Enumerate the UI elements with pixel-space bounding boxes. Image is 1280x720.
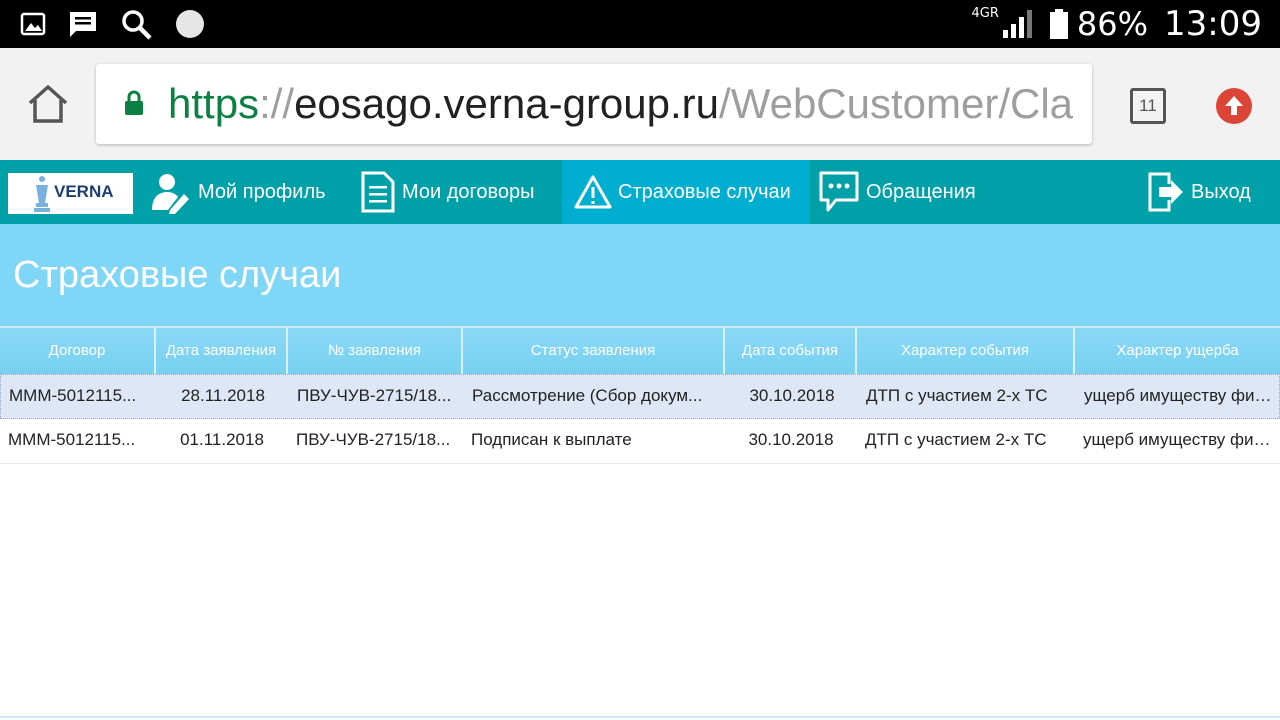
- status-bar: 4GR 86% 13:09: [0, 0, 1280, 48]
- title-band: Страховые случаи: [0, 224, 1280, 326]
- cell-claim-number: ПВУ-ЧУВ-2715/18...: [297, 386, 452, 405]
- cell-claim-date: 01.11.2018: [180, 430, 264, 449]
- user-edit-icon: [150, 170, 192, 214]
- chat-icon: [818, 170, 860, 214]
- logout-icon: [1147, 170, 1185, 214]
- cell-claim-status: Подписан к выплате: [471, 430, 632, 449]
- nav-label: Мои договоры: [402, 180, 535, 203]
- column-header-event-date[interactable]: Дата события: [725, 328, 857, 374]
- nav-my-contracts[interactable]: Мои договоры: [360, 160, 535, 224]
- warning-icon: [574, 174, 612, 210]
- lock-icon: [125, 90, 143, 115]
- column-header-claim-status[interactable]: Статус заявления: [463, 328, 725, 374]
- arrow-up-icon: [1225, 96, 1243, 115]
- nav-label: Обращения: [866, 180, 976, 203]
- circle-icon: [176, 10, 204, 38]
- nav-my-profile[interactable]: Мой профиль: [150, 160, 326, 224]
- cell-event-date: 30.10.2018: [749, 386, 835, 405]
- url-separator: ://: [259, 80, 295, 127]
- table-row[interactable]: МММ-5012115... 28.11.2018 ПВУ-ЧУВ-2715/1…: [0, 374, 1280, 419]
- url-path: /WebCustomer/Cla: [719, 80, 1074, 127]
- signal-icon: [1002, 10, 1032, 38]
- logout-label: Выход: [1191, 180, 1251, 203]
- tab-switcher-button[interactable]: 11: [1130, 88, 1166, 124]
- nav-insurance-cases[interactable]: Страховые случаи: [562, 160, 810, 224]
- url-host: eosago.verna-group.ru: [294, 80, 720, 127]
- url-bar[interactable]: https://eosago.verna-group.ru/WebCustome…: [96, 64, 1092, 144]
- cell-event-type: ДТП с участием 2-х ТС: [865, 430, 1047, 449]
- column-header-event-type[interactable]: Характер события: [857, 328, 1075, 374]
- cell-contract: МММ-5012115...: [9, 386, 137, 405]
- search-icon: [122, 10, 152, 40]
- status-notifications: [20, 8, 228, 40]
- network-type: 4GR: [971, 6, 999, 21]
- table-header: Договор Дата заявления № заявления Стату…: [0, 326, 1280, 374]
- cell-claim-status: Рассмотрение (Сбор докум...: [472, 386, 703, 405]
- status-system: 4GR 86% 13:09: [972, 0, 1263, 48]
- cell-claim-date: 28.11.2018: [181, 386, 265, 405]
- image-icon: [20, 12, 46, 36]
- cell-event-type: ДТП с участием 2-х ТС: [866, 386, 1048, 405]
- nav-appeals[interactable]: Обращения: [818, 160, 976, 224]
- logout-button[interactable]: Выход: [1147, 160, 1251, 224]
- message-icon: [70, 12, 96, 37]
- column-header-damage-type[interactable]: Характер ущерба: [1075, 328, 1280, 374]
- battery-percent: 86%: [1076, 5, 1149, 43]
- column-header-claim-number[interactable]: № заявления: [288, 328, 463, 374]
- home-icon[interactable]: [26, 82, 70, 126]
- cell-contract: МММ-5012115...: [8, 430, 136, 449]
- cell-event-date: 30.10.2018: [748, 430, 834, 449]
- clock: 13:09: [1164, 4, 1262, 44]
- main-navigation: VERNA Мой профиль Мои договоры Страховые…: [0, 160, 1280, 224]
- url-text: https://eosago.verna-group.ru/WebCustome…: [168, 76, 1073, 132]
- battery-icon: [1049, 9, 1068, 39]
- nav-label: Страховые случаи: [618, 180, 791, 203]
- page-title: Страховые случаи: [13, 254, 342, 296]
- column-header-contract[interactable]: Договор: [0, 328, 156, 374]
- browser-toolbar: https://eosago.verna-group.ru/WebCustome…: [0, 48, 1280, 160]
- chess-queen-icon: [34, 176, 50, 212]
- logo-text: VERNA: [54, 182, 114, 201]
- url-scheme: https: [168, 80, 260, 127]
- update-button[interactable]: [1216, 88, 1252, 124]
- verna-logo[interactable]: VERNA: [8, 173, 133, 214]
- cell-claim-number: ПВУ-ЧУВ-2715/18...: [296, 430, 451, 449]
- cell-damage-type: ущерб имуществу физ...: [1084, 386, 1277, 405]
- nav-label: Мой профиль: [198, 180, 326, 203]
- document-icon: [360, 170, 396, 214]
- table-row[interactable]: МММ-5012115... 01.11.2018 ПВУ-ЧУВ-2715/1…: [0, 419, 1280, 464]
- column-header-claim-date[interactable]: Дата заявления: [156, 328, 288, 374]
- cell-damage-type: ущерб имуществу физ...: [1083, 430, 1276, 449]
- bottom-divider: [0, 716, 1280, 718]
